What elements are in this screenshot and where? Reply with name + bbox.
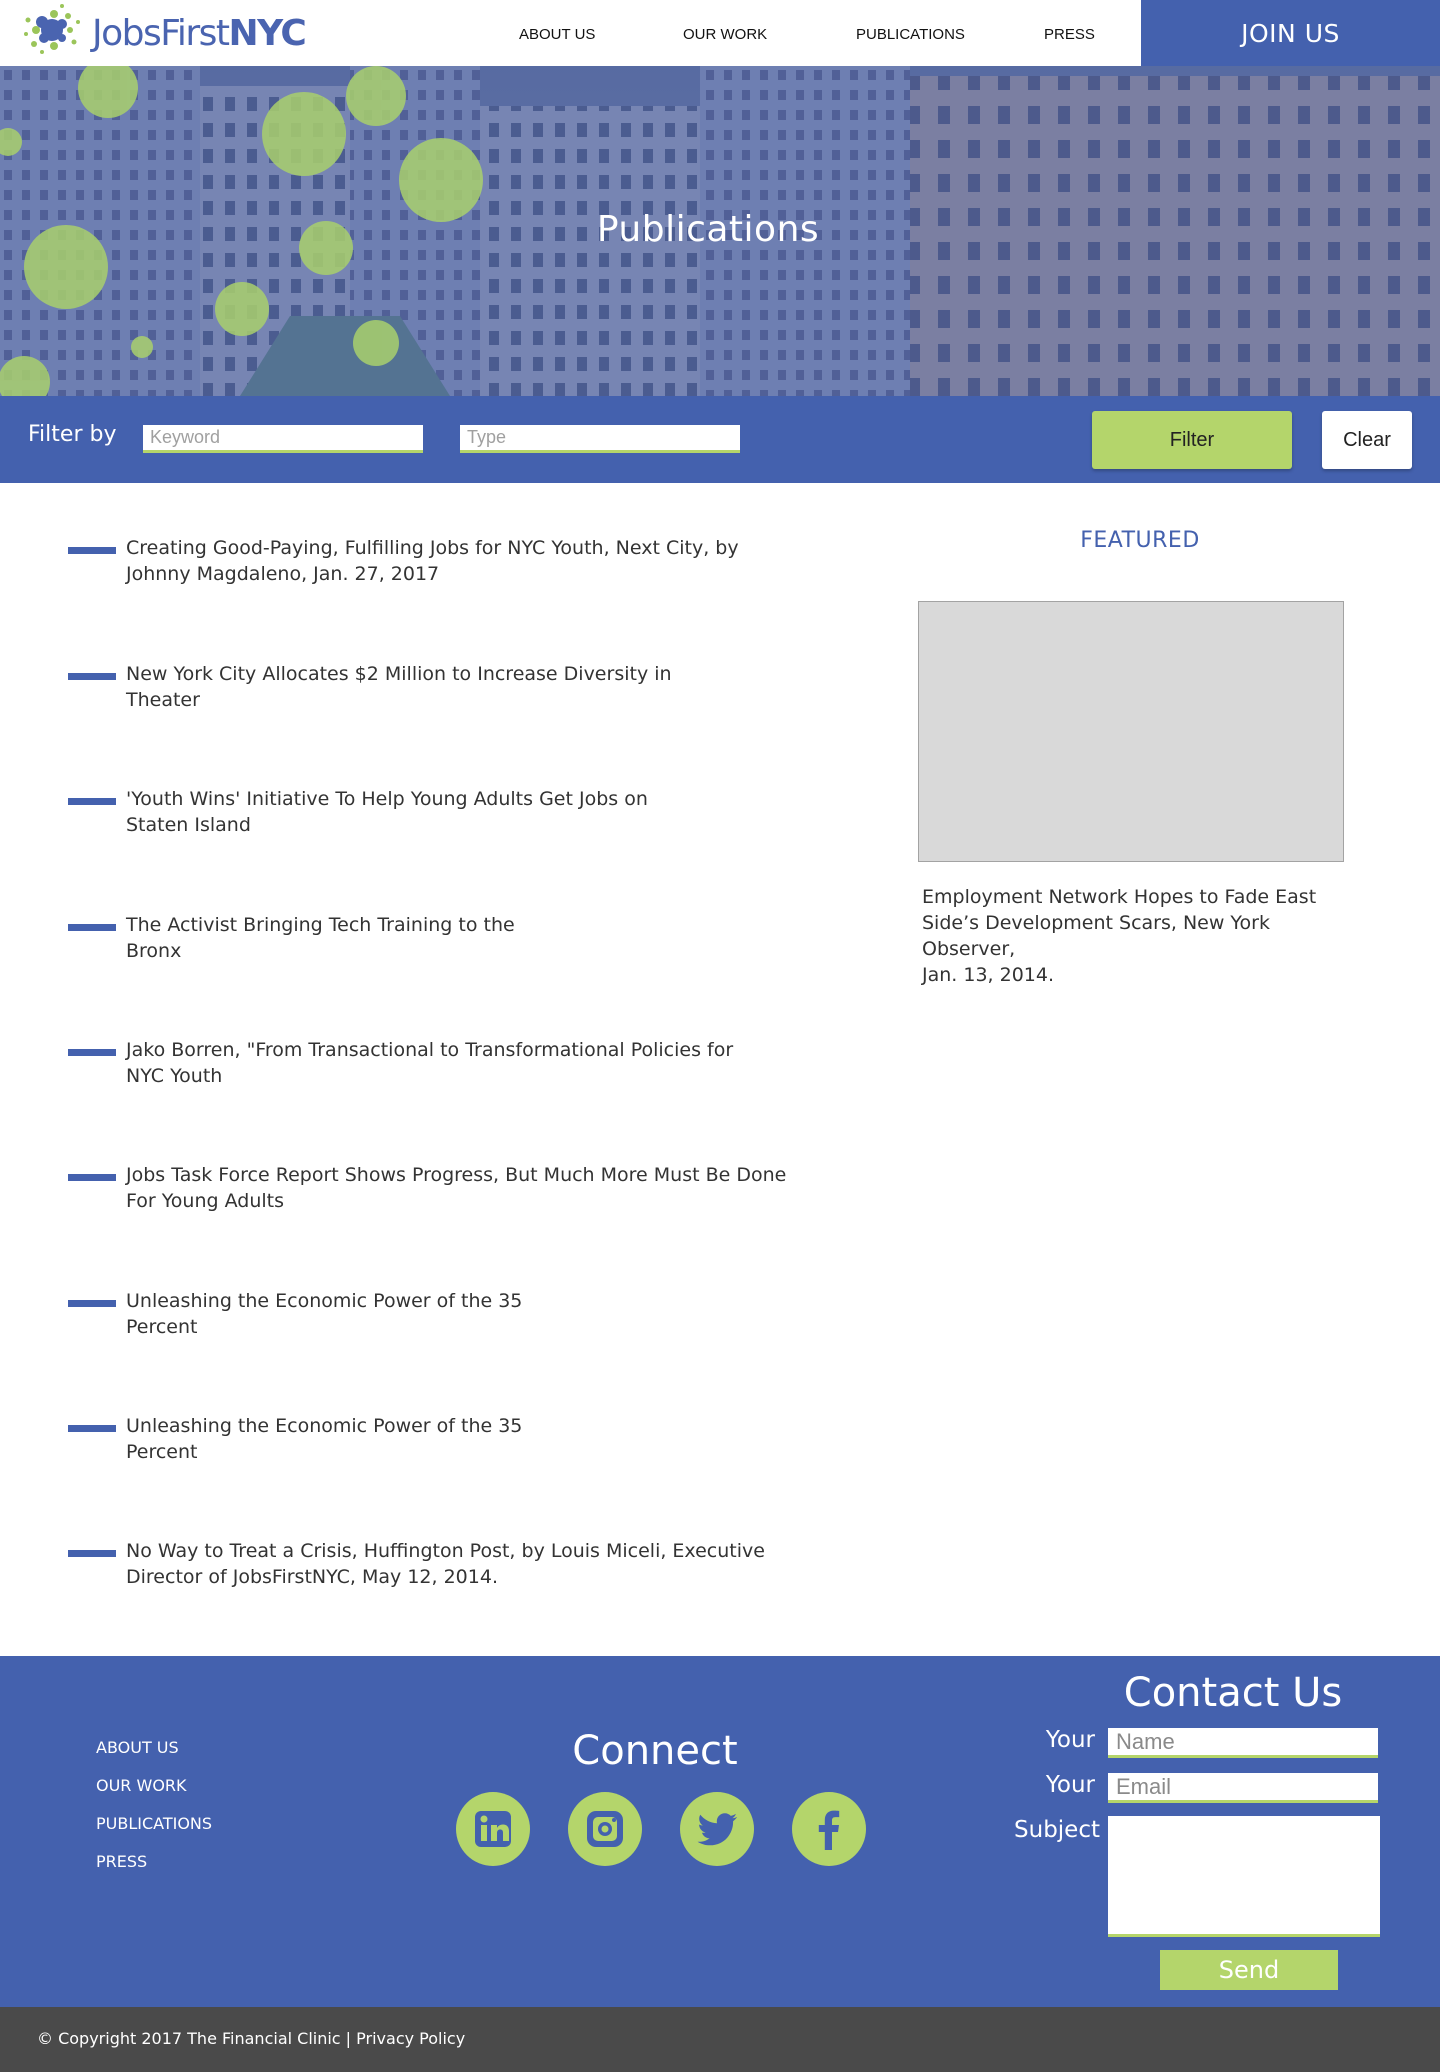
featured-heading: FEATURED (1080, 528, 1200, 553)
nav-our-work[interactable]: OUR WORK (683, 26, 767, 43)
twitter-icon (697, 1813, 738, 1846)
list-bullet (68, 924, 116, 931)
copyright-bar: © Copyright 2017 The Financial Clinic | … (0, 2007, 1440, 2072)
filter-bar: Filter by Filter Clear (0, 396, 1440, 483)
logo-text-first: JobsFirst (92, 13, 230, 54)
list-bullet (68, 1300, 116, 1307)
logo-wordmark: JobsFirstNYC (92, 13, 307, 54)
email-label: Your (1045, 1772, 1095, 1798)
site-header: JobsFirstNYC ABOUT US OUR WORK PUBLICATI… (0, 0, 1440, 66)
linkedin-icon (475, 1811, 511, 1847)
publication-title[interactable]: Unleashing the Economic Power of the 35 P… (126, 1288, 522, 1340)
publication-title[interactable]: Jobs Task Force Report Shows Progress, B… (126, 1162, 786, 1214)
list-bullet (68, 1425, 116, 1432)
connect-heading: Connect (572, 1728, 738, 1774)
featured-image[interactable] (918, 601, 1344, 862)
list-bullet (68, 673, 116, 680)
clear-button[interactable]: Clear (1322, 411, 1412, 469)
facebook-button[interactable] (792, 1792, 866, 1866)
publication-title[interactable]: Creating Good-Paying, Fulfilling Jobs fo… (126, 535, 739, 587)
join-us-button[interactable]: JOIN US (1141, 0, 1440, 66)
list-bullet (68, 1174, 116, 1181)
instagram-button[interactable] (568, 1792, 642, 1866)
send-button[interactable]: Send (1160, 1950, 1338, 1990)
footer-link-press[interactable]: PRESS (96, 1852, 147, 1871)
footer-link-about-us[interactable]: ABOUT US (96, 1738, 179, 1757)
publication-title[interactable]: 'Youth Wins' Initiative To Help Young Ad… (126, 786, 648, 838)
keyword-input[interactable] (143, 425, 423, 453)
page-title: Publications (596, 209, 820, 250)
instagram-icon (587, 1811, 623, 1847)
name-label: Your (1045, 1727, 1095, 1753)
list-bullet (68, 798, 116, 805)
publication-title[interactable]: New York City Allocates $2 Million to In… (126, 661, 672, 713)
subject-field[interactable] (1108, 1816, 1380, 1937)
publication-title[interactable]: The Activist Bringing Tech Training to t… (126, 912, 515, 964)
logo-splash-icon (24, 4, 80, 54)
list-bullet (68, 1550, 116, 1557)
footer-link-our-work[interactable]: OUR WORK (96, 1776, 187, 1795)
contact-heading: Contact Us (1123, 1670, 1343, 1716)
footer-link-publications[interactable]: PUBLICATIONS (96, 1814, 212, 1833)
nav-about-us[interactable]: ABOUT US (519, 26, 595, 43)
name-field[interactable] (1108, 1728, 1378, 1758)
publication-title[interactable]: Jako Borren, "From Transactional to Tran… (126, 1037, 733, 1089)
featured-caption[interactable]: Employment Network Hopes to Fade East Sid… (922, 884, 1362, 988)
site-footer: ABOUT US OUR WORK PUBLICATIONS PRESS Con… (0, 1656, 1440, 2007)
filter-label: Filter by (28, 422, 117, 447)
copyright-text: © Copyright 2017 The Financial Clinic | … (37, 2029, 466, 2048)
facebook-icon (818, 1810, 840, 1850)
hero-banner: Publications (0, 66, 1440, 396)
linkedin-button[interactable] (456, 1792, 530, 1866)
type-input[interactable] (460, 425, 740, 453)
twitter-button[interactable] (680, 1792, 754, 1866)
subject-label: Subject (1014, 1817, 1100, 1843)
publication-title[interactable]: No Way to Treat a Crisis, Huffington Pos… (126, 1538, 765, 1590)
nav-publications[interactable]: PUBLICATIONS (856, 26, 965, 43)
list-bullet (68, 1049, 116, 1056)
filter-button[interactable]: Filter (1092, 411, 1292, 469)
privacy-policy-link[interactable]: Privacy Policy (356, 2029, 465, 2048)
publication-title[interactable]: Unleashing the Economic Power of the 35 P… (126, 1413, 522, 1465)
email-field[interactable] (1108, 1773, 1378, 1803)
logo-text-nyc: NYC (228, 13, 307, 54)
nav-press[interactable]: PRESS (1044, 26, 1095, 43)
site-logo[interactable]: JobsFirstNYC (18, 0, 318, 64)
list-bullet (68, 547, 116, 554)
